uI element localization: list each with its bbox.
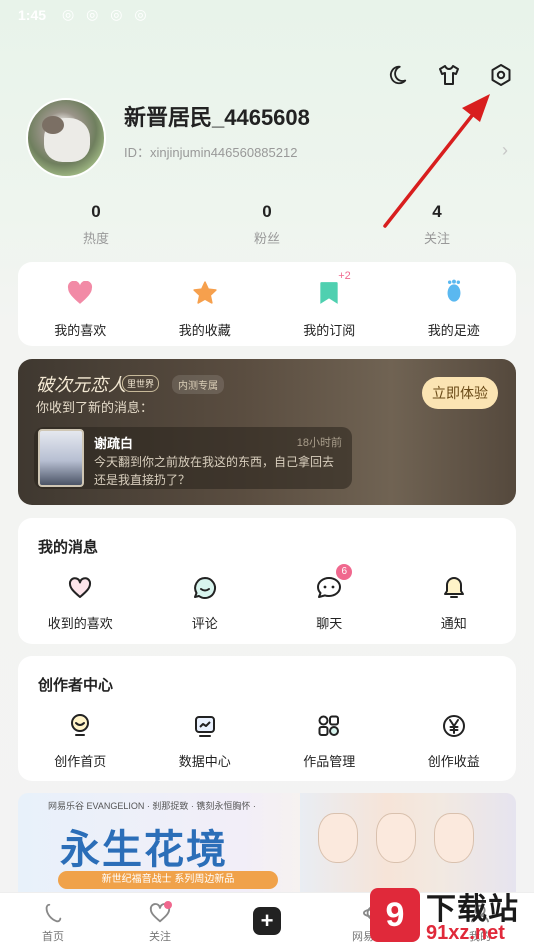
my-favorites-button[interactable]: 我的收藏 [150,278,260,339]
stat-heat[interactable]: 0 热度 [46,202,146,247]
creator-label: 创作首页 [54,754,107,769]
comment-icon [193,577,216,599]
watermark-logo: 9 [370,888,420,942]
site-watermark: 9 下载站 91xz.net [370,882,530,948]
promo-card[interactable]: 破次元恋人 里世界 内测专属 你收到了新的消息： 立即体验 谢疏白 18小时前 … [18,359,516,505]
heart-outline-icon [69,577,92,598]
nav-label: 首页 [42,931,64,943]
watermark-url: 91xz.net [426,922,505,944]
message-label: 评论 [191,616,218,631]
creator-home-icon [71,714,90,736]
messages-title: 我的消息 [38,539,99,556]
sender-avatar [38,429,84,487]
sender-name: 谢疏白 [94,436,134,451]
message-label: 通知 [440,616,467,631]
promo-subtitle: 你收到了新的消息： [36,400,154,415]
subscription-badge: +2 [338,270,351,282]
moon-icon[interactable] [384,62,410,88]
yen-coin-icon [442,715,465,737]
stat-label: 关注 [423,231,450,246]
plus-icon[interactable]: + [253,907,281,935]
messages-card: 我的消息 收到的喜欢 评论 6 聊天 通知 [18,518,516,644]
creator-label: 作品管理 [303,754,356,769]
quick-label: 我的收藏 [178,323,231,338]
stats-row: 0 热度 0 粉丝 4 关注 [0,202,534,248]
message-time: 18小时前 [296,437,342,449]
creator-title: 创作者中心 [38,677,114,694]
data-center-button[interactable]: 数据中心 [150,712,260,770]
stat-following[interactable]: 4 关注 [387,202,487,247]
creator-income-button[interactable]: 创作收益 [399,712,509,770]
nav-home[interactable]: 首页 [13,901,93,944]
artwork-character [434,813,474,863]
banner-artwork [300,793,516,893]
heart-icon [68,281,93,304]
bookmark-icon [320,282,338,304]
creator-label: 数据中心 [178,754,231,769]
quick-label: 我的足迹 [427,323,480,338]
status-time: 1:45 [18,7,47,23]
home-icon [45,903,62,923]
try-now-button[interactable]: 立即体验 [422,377,498,409]
quick-label: 我的喜欢 [54,323,107,338]
star-icon [193,281,217,304]
message-label: 收到的喜欢 [47,616,113,631]
chat-button[interactable]: 6 聊天 [274,564,384,632]
works-grid-icon [318,715,340,736]
message-label: 聊天 [316,616,343,631]
artwork-character [376,813,416,863]
stat-value: 0 [91,202,101,221]
stat-label: 粉丝 [253,231,280,246]
chevron-right-icon[interactable]: › [502,140,508,161]
data-chart-icon [194,716,215,737]
creator-card: 创作者中心 创作首页 数据中心 作品管理 创作收益 [18,656,516,781]
avatar[interactable] [26,98,106,178]
message-text: 今天翻到你之前放在我这的东西，自己拿回去还是我直接扔了？ [94,455,335,487]
creator-label: 创作收益 [427,754,480,769]
promo-tag: 内测专属 [172,375,224,394]
banner-small-text: 网易乐谷 EVANGELION · 刹那捉致 · 镌刻永恒胸怀 · [48,801,256,811]
promo-banner[interactable]: 网易乐谷 EVANGELION · 刹那捉致 · 镌刻永恒胸怀 · 永生花境 新… [18,793,516,893]
comments-button[interactable]: 评论 [150,574,260,632]
follow-dot-badge [164,901,172,909]
tshirt-icon[interactable] [436,62,462,88]
quick-label: 我的订阅 [303,323,356,338]
bell-icon [443,577,464,598]
works-management-button[interactable]: 作品管理 [274,712,384,770]
username: 新晋居民_4465608 [124,105,310,130]
quick-actions-card: 我的喜欢 我的收藏 +2 我的订阅 我的足迹 [18,262,516,346]
stat-value: 4 [432,202,442,221]
stat-value: 0 [262,202,272,221]
status-notification-icons: ◎ ◎ ◎ ◎ [62,6,151,22]
status-bar: 1:45 ◎ ◎ ◎ ◎ [0,0,534,30]
settings-icon[interactable] [488,62,514,88]
received-likes-button[interactable]: 收到的喜欢 [25,574,135,632]
banner-strip: 新世纪福音战士 系列周边新品 [58,871,278,889]
my-footprints-button[interactable]: 我的足迹 [399,278,509,339]
promo-message[interactable]: 谢疏白 18小时前 今天翻到你之前放在我这的东西，自己拿回去还是我直接扔了？ [34,427,352,489]
nav-label: 关注 [149,931,171,943]
creator-home-button[interactable]: 创作首页 [25,712,135,770]
artwork-character [318,813,358,863]
chat-icon [317,577,342,598]
stat-label: 热度 [82,231,109,246]
promo-logo-sub: 里世界 [122,375,160,392]
banner-title: 永生花境 [60,826,228,873]
footprint-icon [447,279,461,302]
user-id: ID：xinjinjumin446560885212 [124,145,298,160]
top-actions [384,62,514,88]
avatar-cat-patch [42,116,64,134]
my-subscriptions-button[interactable]: +2 我的订阅 [274,270,384,339]
nav-follow[interactable]: 关注 [120,901,200,944]
stat-fans[interactable]: 0 粉丝 [217,202,317,247]
promo-logo: 破次元恋人 [36,375,126,396]
notifications-button[interactable]: 通知 [399,574,509,632]
my-likes-button[interactable]: 我的喜欢 [25,278,135,339]
